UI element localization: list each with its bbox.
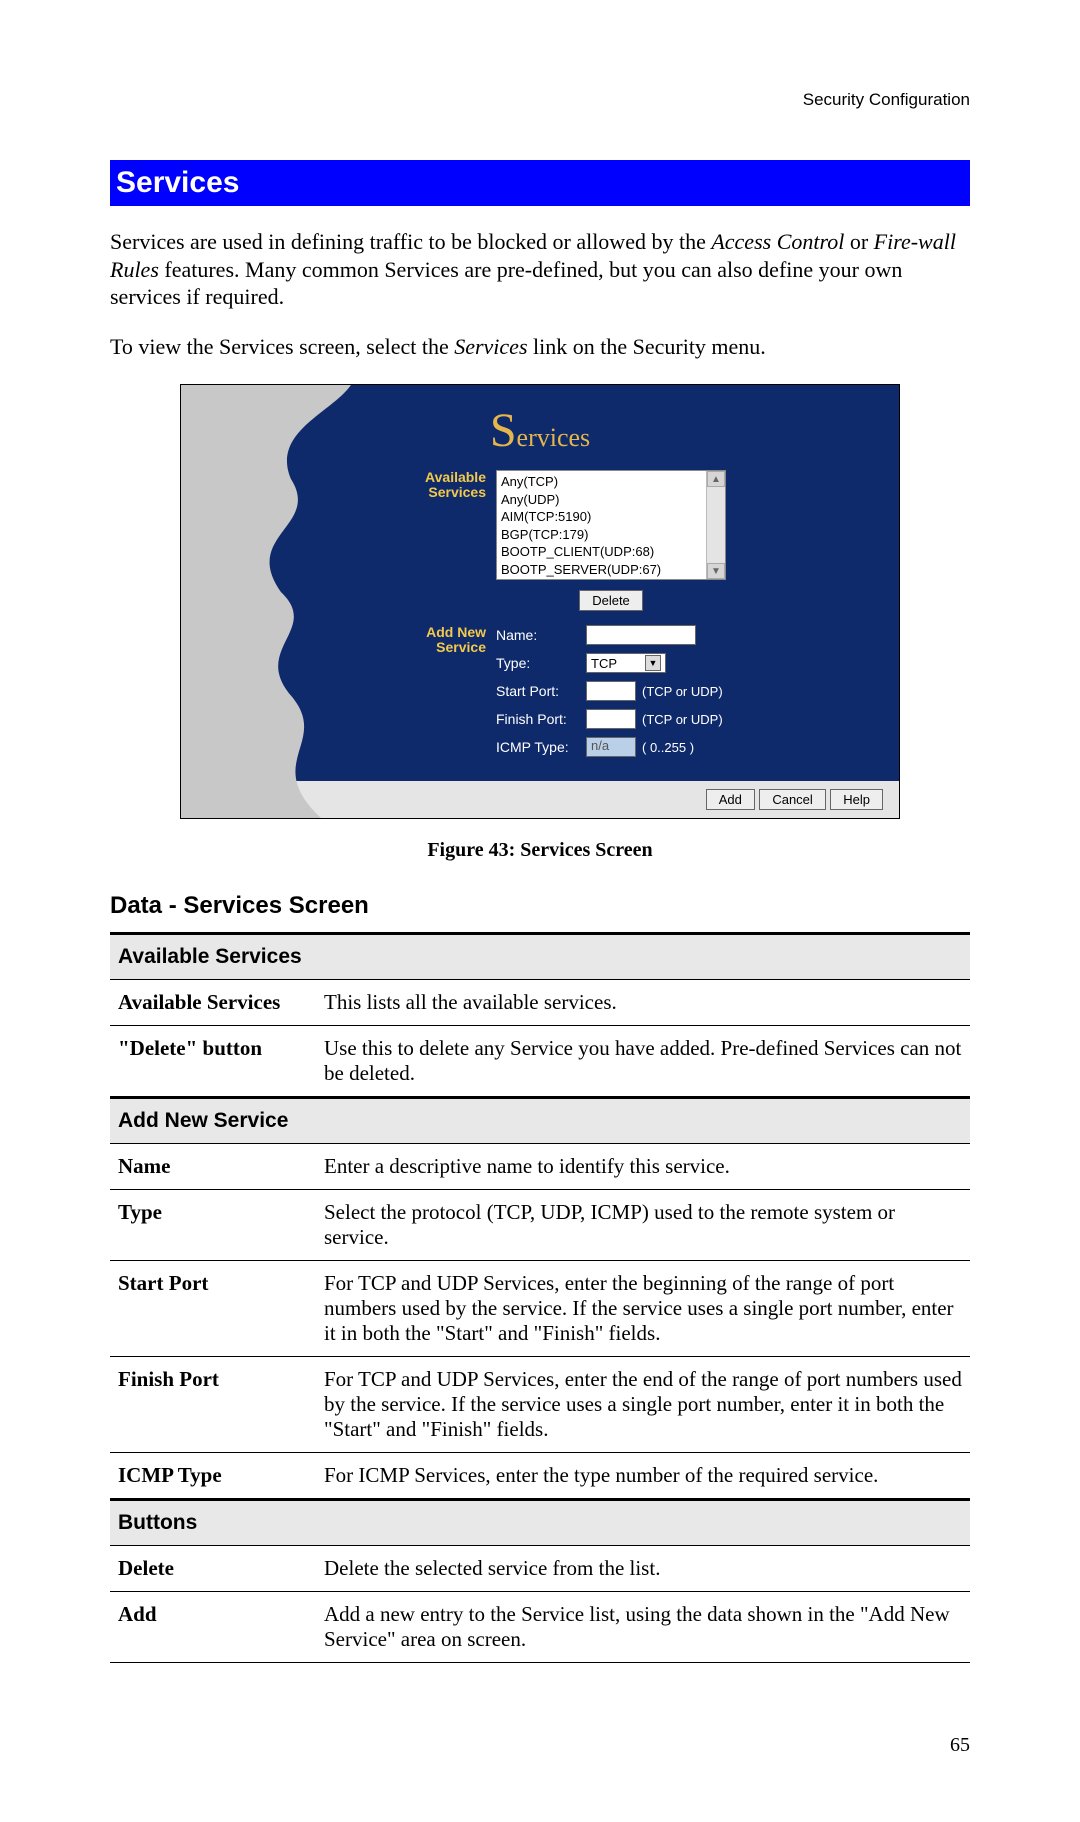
available-services-listbox[interactable]: Any(TCP) Any(UDP) AIM(TCP:5190) BGP(TCP:… bbox=[496, 470, 726, 580]
row-label: "Delete" button bbox=[110, 1026, 316, 1098]
chevron-down-icon[interactable]: ▼ bbox=[645, 655, 661, 671]
data-subhead: Data - Services Screen bbox=[110, 892, 970, 920]
list-item[interactable]: Any(TCP) bbox=[501, 473, 721, 491]
row-label: Name bbox=[110, 1144, 316, 1190]
row-desc: This lists all the available services. bbox=[316, 980, 970, 1026]
finish-port-input[interactable] bbox=[586, 709, 636, 729]
text: or bbox=[844, 229, 873, 254]
row-label: ICMP Type bbox=[110, 1453, 316, 1500]
emph-services: Services bbox=[454, 334, 527, 359]
emph-access-control: Access Control bbox=[711, 229, 844, 254]
cancel-button[interactable]: Cancel bbox=[759, 789, 825, 810]
section-banner: Services bbox=[110, 160, 970, 206]
name-input[interactable] bbox=[586, 625, 696, 645]
table-section-buttons: Buttons bbox=[110, 1500, 970, 1546]
label-type: Type: bbox=[496, 655, 586, 671]
row-label: Delete bbox=[110, 1546, 316, 1592]
row-desc: For ICMP Services, enter the type number… bbox=[316, 1453, 970, 1500]
data-table: Available Services Available Services Th… bbox=[110, 932, 970, 1663]
intro-paragraph-1: Services are used in defining traffic to… bbox=[110, 228, 970, 311]
icmp-hint: ( 0..255 ) bbox=[642, 740, 694, 755]
label-icmp-type: ICMP Type: bbox=[496, 739, 586, 755]
row-desc: For TCP and UDP Services, enter the begi… bbox=[316, 1261, 970, 1357]
scroll-down-icon[interactable]: ▼ bbox=[707, 563, 725, 579]
finish-port-hint: (TCP or UDP) bbox=[642, 712, 723, 727]
icmp-type-input[interactable]: n/a bbox=[586, 737, 636, 757]
services-screenshot: Services Available Services Any(TCP) Any… bbox=[180, 384, 900, 819]
table-section-addnew: Add New Service bbox=[110, 1098, 970, 1144]
text: features. Many common Services are pre-d… bbox=[110, 257, 902, 310]
text: To view the Services screen, select the bbox=[110, 334, 454, 359]
row-label: Finish Port bbox=[110, 1357, 316, 1453]
row-desc: Add a new entry to the Service list, usi… bbox=[316, 1592, 970, 1663]
scrollbar[interactable]: ▲ ▼ bbox=[706, 471, 725, 579]
header-section-label: Security Configuration bbox=[110, 90, 970, 110]
list-item[interactable]: BOOTP_SERVER(UDP:67) bbox=[501, 561, 721, 579]
row-desc: Delete the selected service from the lis… bbox=[316, 1546, 970, 1592]
label-name: Name: bbox=[496, 627, 586, 643]
start-port-hint: (TCP or UDP) bbox=[642, 684, 723, 699]
label-start-port: Start Port: bbox=[496, 683, 586, 699]
add-button[interactable]: Add bbox=[706, 789, 755, 810]
list-item[interactable]: AIM(TCP:5190) bbox=[501, 508, 721, 526]
figure-caption: Figure 43: Services Screen bbox=[110, 839, 970, 862]
row-label: Available Services bbox=[110, 980, 316, 1026]
row-label: Type bbox=[110, 1190, 316, 1261]
type-select[interactable]: TCP ▼ bbox=[586, 653, 666, 673]
list-item[interactable]: BOOTP_CLIENT(UDP:68) bbox=[501, 543, 721, 561]
label-available-services: Available Services bbox=[391, 470, 486, 501]
delete-button[interactable]: Delete bbox=[579, 590, 643, 611]
table-section-available: Available Services bbox=[110, 934, 970, 980]
row-desc: For TCP and UDP Services, enter the end … bbox=[316, 1357, 970, 1453]
label-finish-port: Finish Port: bbox=[496, 711, 586, 727]
intro-paragraph-2: To view the Services screen, select the … bbox=[110, 333, 970, 361]
type-value: TCP bbox=[591, 656, 617, 671]
scroll-up-icon[interactable]: ▲ bbox=[707, 471, 725, 487]
list-item[interactable]: Any(UDP) bbox=[501, 491, 721, 509]
start-port-input[interactable] bbox=[586, 681, 636, 701]
row-desc: Select the protocol (TCP, UDP, ICMP) use… bbox=[316, 1190, 970, 1261]
text: link on the Security menu. bbox=[528, 334, 766, 359]
help-button[interactable]: Help bbox=[830, 789, 883, 810]
row-desc: Enter a descriptive name to identify thi… bbox=[316, 1144, 970, 1190]
row-label: Add bbox=[110, 1592, 316, 1663]
row-label: Start Port bbox=[110, 1261, 316, 1357]
list-item[interactable]: BGP(TCP:179) bbox=[501, 526, 721, 544]
row-desc: Use this to delete any Service you have … bbox=[316, 1026, 970, 1098]
text: Services are used in defining traffic to… bbox=[110, 229, 711, 254]
page-number: 65 bbox=[950, 1734, 970, 1757]
title-big-s: S bbox=[490, 404, 517, 457]
coastline-graphic bbox=[181, 385, 351, 818]
label-add-new-service: Add New Service bbox=[391, 625, 486, 656]
title-rest: ervices bbox=[517, 423, 591, 452]
